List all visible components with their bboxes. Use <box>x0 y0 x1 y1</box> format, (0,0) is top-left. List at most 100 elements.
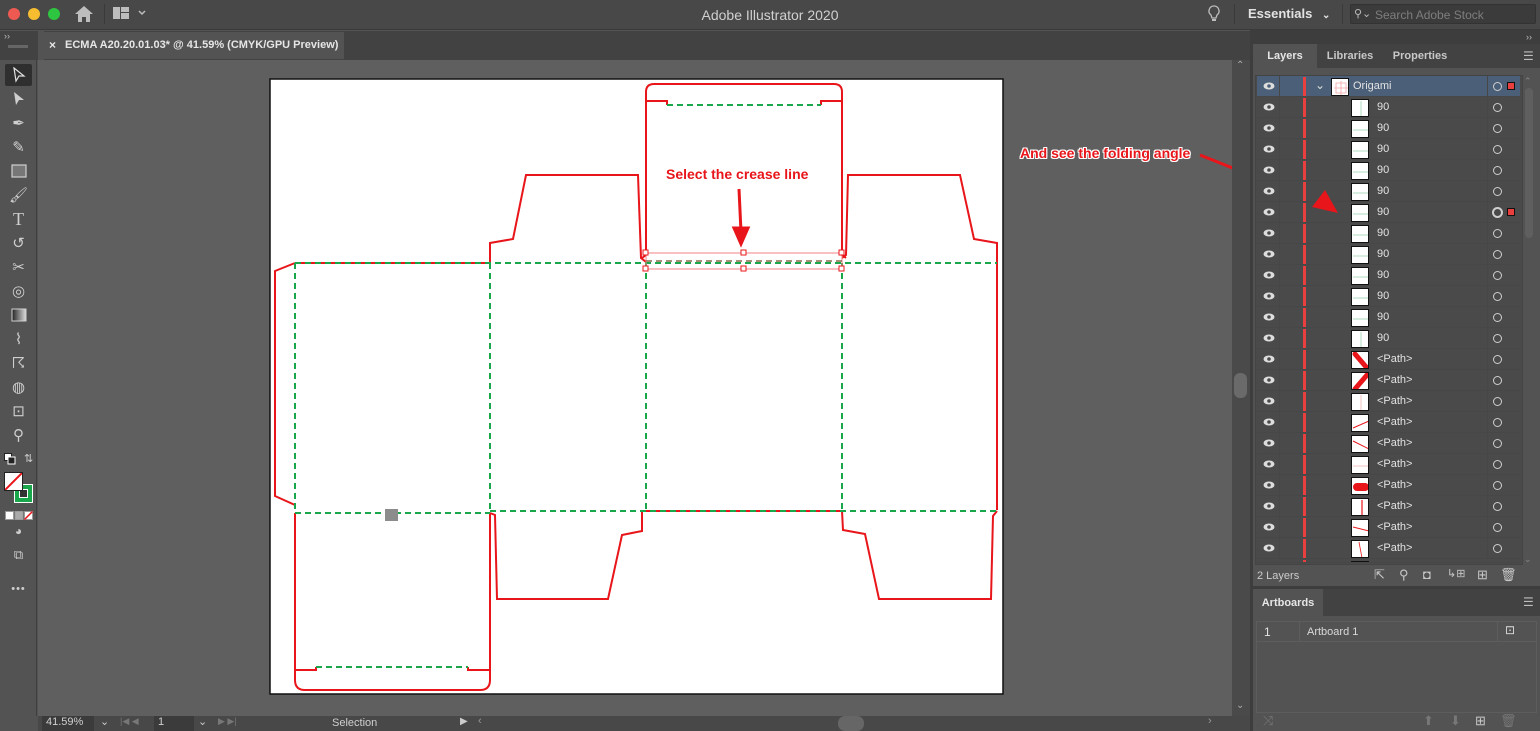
layer-row-parent[interactable]: ⌄ Origami <box>1257 76 1520 97</box>
target-circle-icon[interactable] <box>1493 376 1502 385</box>
pen-tool[interactable]: ✒ <box>5 112 32 134</box>
eye-icon[interactable] <box>1263 500 1275 512</box>
layer-row[interactable]: 90 <box>1257 223 1520 244</box>
gradient-tool[interactable] <box>5 304 32 326</box>
target-circle-icon[interactable] <box>1493 145 1502 154</box>
eye-icon[interactable] <box>1263 248 1275 260</box>
collapse-toolbar-icon[interactable]: ›› <box>4 31 10 41</box>
selection-indicator[interactable] <box>1507 82 1515 90</box>
target-circle-icon[interactable] <box>1493 439 1502 448</box>
layer-row[interactable]: <Path> <box>1257 412 1520 433</box>
target-circle-icon[interactable] <box>1493 250 1502 259</box>
more-tools-button[interactable]: ••• <box>5 578 32 600</box>
move-up-icon[interactable]: ⬆ <box>1423 713 1434 729</box>
search-stock-input[interactable]: ⚲⌄ Search Adobe Stock <box>1350 4 1536 24</box>
layer-row[interactable]: <Path> <box>1257 370 1520 391</box>
eye-icon[interactable] <box>1263 227 1275 239</box>
color-mode-buttons[interactable] <box>5 507 34 521</box>
layer-row[interactable]: 90 <box>1257 160 1520 181</box>
target-circle-icon[interactable] <box>1493 502 1502 511</box>
eye-icon[interactable] <box>1263 332 1275 344</box>
layer-row[interactable]: 90 <box>1257 139 1520 160</box>
target-circle-icon[interactable] <box>1493 334 1502 343</box>
eye-icon[interactable] <box>1263 458 1275 470</box>
status-menu-icon[interactable]: ▶ <box>460 716 468 727</box>
layers-scroll-up-icon[interactable]: ⌃ <box>1524 76 1532 87</box>
target-circle-icon[interactable] <box>1493 544 1502 553</box>
new-sublayer-icon[interactable]: ↳⊞ <box>1447 567 1465 580</box>
clipping-mask-icon[interactable]: ◘ <box>1423 567 1431 582</box>
target-circle-icon[interactable] <box>1493 418 1502 427</box>
eye-icon[interactable] <box>1263 542 1275 554</box>
first-artboard-icon[interactable]: |◀ ◀ <box>120 716 139 727</box>
default-fill-stroke-icon[interactable] <box>4 452 16 465</box>
scroll-left-icon[interactable]: ‹ <box>478 715 482 727</box>
target-circle-icon[interactable] <box>1493 292 1502 301</box>
artboard-options-icon[interactable]: ⊡ <box>1505 623 1515 637</box>
target-circle-icon[interactable] <box>1493 523 1502 532</box>
artboard-number-field[interactable]: 1 <box>154 716 194 731</box>
eye-icon[interactable] <box>1263 122 1275 134</box>
eyedropper-tool[interactable]: ⌇ <box>5 328 32 350</box>
artboards-menu-icon[interactable]: ☰ <box>1523 595 1534 609</box>
shaper-tool[interactable]: ◍ <box>5 376 32 398</box>
layer-row[interactable]: <Path> <box>1257 496 1520 517</box>
move-down-icon[interactable]: ⬇ <box>1450 713 1461 729</box>
last-artboard-icon[interactable]: ▶ ▶| <box>218 716 237 727</box>
zoom-level-field[interactable]: 41.59% <box>42 716 94 731</box>
eye-icon[interactable] <box>1263 479 1275 491</box>
layer-row[interactable]: <Path> <box>1257 391 1520 412</box>
eye-icon[interactable] <box>1263 164 1275 176</box>
target-circle-icon[interactable] <box>1493 82 1502 91</box>
eye-icon[interactable] <box>1263 290 1275 302</box>
shape-builder-tool[interactable]: ◎ <box>5 280 32 302</box>
eye-icon[interactable] <box>1263 437 1275 449</box>
workspace-switcher[interactable]: Essentials ⌄ <box>1248 6 1330 21</box>
scroll-up-icon[interactable]: ⌃ <box>1236 60 1244 71</box>
target-circle-icon[interactable] <box>1493 481 1502 490</box>
target-circle-icon[interactable] <box>1492 207 1503 218</box>
artboard-dropdown-icon[interactable]: ⌄ <box>198 715 207 728</box>
direct-selection-tool[interactable] <box>5 88 32 110</box>
rotate-tool[interactable]: ↺ <box>5 232 32 254</box>
panel-menu-icon[interactable]: ☰ <box>1523 49 1534 63</box>
delete-artboard-icon[interactable]: 🗑 <box>1500 713 1517 729</box>
layer-row[interactable]: <Path> <box>1257 454 1520 475</box>
selection-tool[interactable] <box>5 64 32 86</box>
layer-row[interactable]: <Path> <box>1257 475 1520 496</box>
eye-icon[interactable] <box>1263 101 1275 113</box>
document-tab[interactable]: × ECMA A20.20.01.03* @ 41.59% (CMYK/GPU … <box>44 32 344 59</box>
swap-fill-stroke-icon[interactable]: ⇅ <box>24 452 33 465</box>
close-tab-icon[interactable]: × <box>49 38 56 52</box>
layer-row[interactable]: <Path> <box>1257 538 1520 559</box>
layer-row[interactable]: 90 <box>1257 328 1520 349</box>
layer-row[interactable]: <Path> <box>1257 517 1520 538</box>
type-tool[interactable]: T <box>5 208 32 230</box>
scroll-down-icon[interactable]: ⌄ <box>1236 700 1244 711</box>
trash-icon[interactable]: 🗑 <box>1500 567 1517 583</box>
target-circle-icon[interactable] <box>1493 355 1502 364</box>
layer-row-partial[interactable] <box>1257 559 1520 563</box>
fill-swatch[interactable] <box>4 472 23 491</box>
collapse-panels-icon[interactable]: ›› <box>1526 32 1532 42</box>
eye-icon[interactable] <box>1263 353 1275 365</box>
layer-row[interactable]: 90 <box>1257 286 1520 307</box>
rearrange-artboards-icon[interactable]: ⤨ <box>1263 713 1273 729</box>
expand-chevron-icon[interactable]: ⌄ <box>1315 78 1325 92</box>
layer-row[interactable]: <Path> <box>1257 349 1520 370</box>
draw-mode-icon[interactable]: ◕ <box>5 520 32 542</box>
zoom-dropdown-icon[interactable]: ⌄ <box>100 715 109 728</box>
scissors-tool[interactable]: ✂ <box>5 256 32 278</box>
screen-mode-icon[interactable]: ⧉ <box>5 544 32 566</box>
anchor-point-marker[interactable] <box>385 509 398 521</box>
eye-icon[interactable] <box>1263 521 1275 533</box>
new-artboard-icon[interactable]: ⊞ <box>1475 713 1486 729</box>
artboard-row[interactable]: 1 Artboard 1 ⊡ <box>1257 622 1536 642</box>
lightbulb-icon[interactable] <box>1208 5 1220 28</box>
target-circle-icon[interactable] <box>1493 460 1502 469</box>
toolbar-grip[interactable] <box>8 45 28 48</box>
layer-row[interactable]: 90 <box>1257 97 1520 118</box>
vertical-scroll-thumb[interactable] <box>1234 373 1247 398</box>
target-circle-icon[interactable] <box>1493 229 1502 238</box>
layer-row[interactable]: 90 <box>1257 118 1520 139</box>
